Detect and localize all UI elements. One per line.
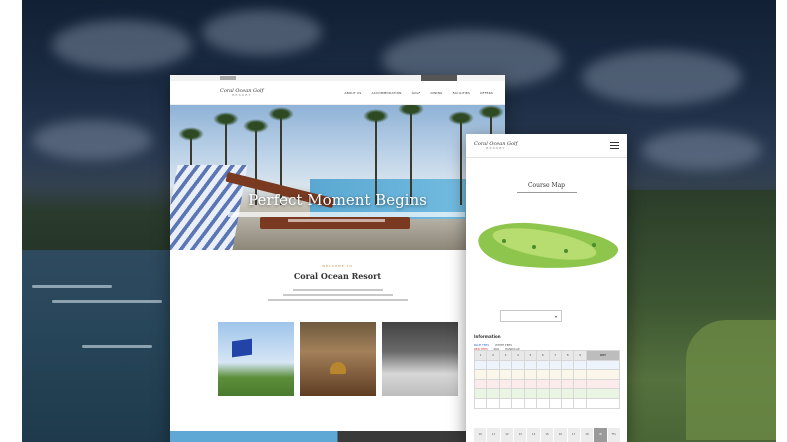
table-header-cell: 10	[474, 428, 487, 442]
table-row-red	[473, 378, 621, 390]
nav-item-facilities[interactable]: FACILITIES	[453, 91, 471, 95]
table-header-cell: 4	[511, 350, 525, 361]
flag-icon	[232, 338, 252, 358]
service-bell-icon	[330, 362, 346, 374]
nav-menu: ABOUT US ACCOMMODATION GOLF DINING FACIL…	[344, 91, 493, 95]
table-row-blue	[473, 359, 621, 371]
table-header-cell: TTL	[607, 428, 620, 442]
hero-banner: Perfect Moment Begins	[170, 105, 505, 250]
thumb-accommodation[interactable]	[300, 322, 376, 396]
hero-title: Perfect Moment Begins	[248, 191, 427, 209]
wave	[52, 300, 162, 303]
hole-marker	[531, 245, 536, 249]
hamburger-menu-icon[interactable]	[610, 142, 619, 149]
welcome-tag: WELCOME TO	[322, 264, 353, 268]
table-row-handicap	[473, 397, 621, 409]
table-header-cell: 11	[487, 428, 500, 442]
scorecard-table: 1 2 3 4 5 6 7 8 9 OUT	[473, 350, 621, 409]
cloud	[52, 20, 192, 70]
logo-subtext: RESORT	[486, 145, 506, 150]
table-row-par	[473, 388, 621, 399]
text-line	[267, 299, 408, 301]
table-header-cell: 5	[523, 350, 538, 361]
table-header-cell: 8	[560, 350, 575, 361]
nav-item-dining[interactable]: DINING	[430, 91, 442, 95]
text-line	[292, 289, 383, 291]
page-title: Course Map	[527, 182, 566, 189]
hole-marker	[563, 249, 568, 253]
table-header-cell: 14	[527, 428, 540, 442]
nav-item-golf[interactable]: GOLF	[412, 91, 421, 95]
table-header-cell: 17	[567, 428, 580, 442]
nav-item-offers[interactable]: OFFERS	[480, 91, 493, 95]
table-header-cell: 18	[580, 428, 594, 442]
table-header-cell: 13	[514, 428, 527, 442]
feature-thumbnails	[218, 322, 458, 396]
course-select-row: ▾	[494, 310, 627, 322]
table-header-row: 1 2 3 4 5 6 7 8 9 OUT	[473, 350, 621, 361]
reservation-button[interactable]	[421, 75, 457, 81]
chevron-down-icon: ▾	[554, 313, 557, 319]
site-logo[interactable]: Coral Ocean Golf RESORT	[220, 88, 264, 97]
fairway	[686, 320, 776, 440]
main-nav: Coral Ocean Golf RESORT ABOUT US ACCOMMO…	[170, 81, 505, 105]
table-header-cell: OUT	[585, 350, 621, 361]
nav-item-accommodation[interactable]: ACCOMMODATION	[372, 91, 402, 95]
table-header-cell: 9	[573, 350, 587, 361]
table-header-cell: 3	[498, 350, 513, 361]
table-header-cell: 12	[500, 428, 514, 442]
desktop-mockup: Coral Ocean Golf RESORT ABOUT US ACCOMMO…	[170, 75, 505, 442]
mobile-mockup: Coral Ocean Golf RESORT Course Map ▾ Inf…	[466, 134, 627, 442]
wave	[82, 345, 152, 348]
cloud	[202, 10, 322, 55]
logo-subtext: RESORT	[232, 92, 252, 97]
scorecard-back-nine-header: 10 11 12 13 14 15 16 17 18 IN TTL	[474, 428, 620, 442]
course-map	[472, 217, 622, 277]
mobile-logo[interactable]: Coral Ocean Golf RESORT	[474, 141, 518, 150]
wave	[32, 285, 112, 288]
table-row-white	[473, 369, 621, 380]
hero-subtitle-line	[228, 212, 465, 217]
text-line	[282, 294, 393, 296]
language-selector[interactable]	[220, 76, 236, 80]
table-header-cell: 15	[540, 428, 554, 442]
top-utility-bar	[170, 75, 505, 81]
thumb-golf[interactable]	[218, 322, 294, 396]
table-header-cell: 1	[473, 350, 488, 361]
information-heading: Information	[474, 334, 501, 339]
cloud	[32, 120, 152, 160]
welcome-section: WELCOME TO Coral Ocean Resort	[170, 250, 505, 301]
welcome-title: Coral Ocean Resort	[293, 271, 382, 281]
table-header-cell: 16	[554, 428, 567, 442]
hole-marker	[501, 239, 506, 243]
table-header-cell: 6	[536, 350, 550, 361]
footer-preview-band	[170, 431, 505, 442]
cloud	[642, 130, 762, 170]
table-header-cell: 7	[548, 350, 562, 361]
table-header-cell: 2	[486, 350, 500, 361]
cloud	[582, 50, 742, 105]
mobile-header: Coral Ocean Golf RESORT	[466, 134, 627, 158]
nav-item-about[interactable]: ABOUT US	[344, 91, 361, 95]
hero-subtitle-line	[288, 219, 385, 222]
hole-marker	[591, 243, 596, 247]
title-underline	[516, 192, 577, 193]
thumb-dining[interactable]	[382, 322, 458, 396]
table-header-cell: IN	[594, 428, 607, 442]
course-select[interactable]: ▾	[500, 310, 562, 322]
